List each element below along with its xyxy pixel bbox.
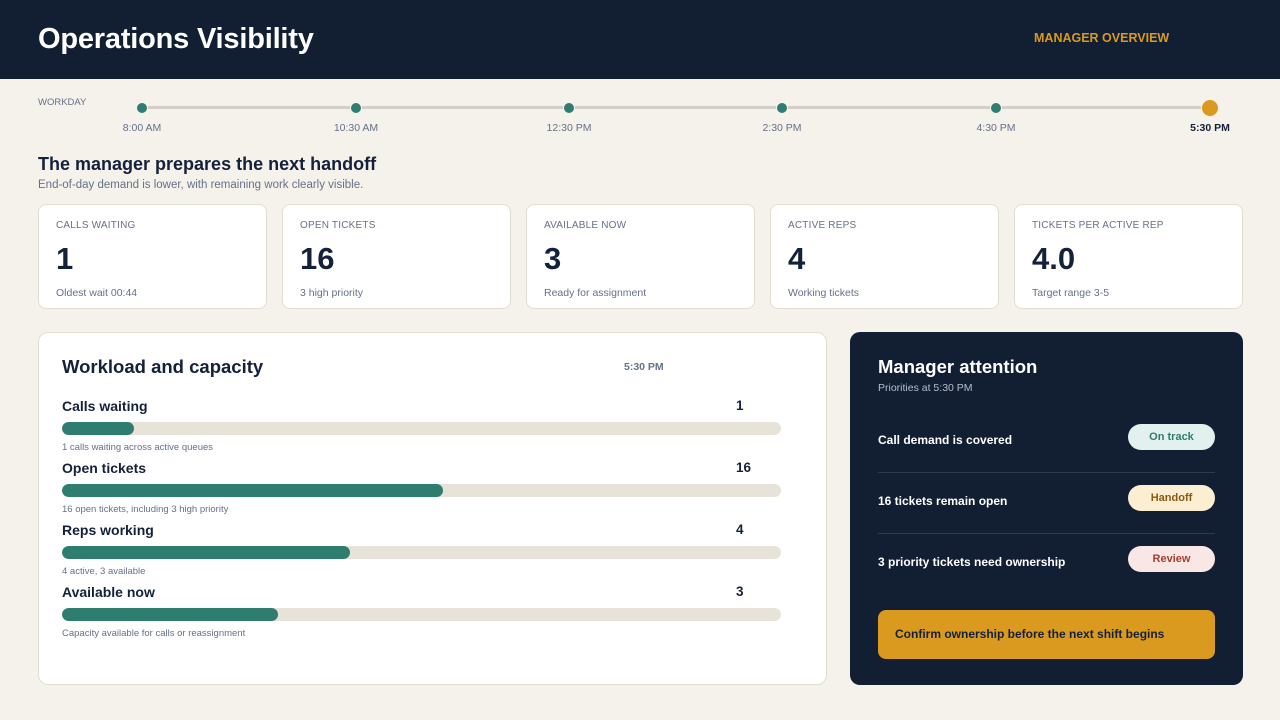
timeline-stop-label: 8:00 AM [122, 122, 162, 134]
kpi-note: 3 high priority [300, 287, 364, 299]
timeline-stop-label: 12:30 PM [546, 122, 592, 134]
attention-item-text: 3 priority tickets need ownership [878, 555, 1066, 569]
workload-title: Workload and capacity [62, 356, 264, 377]
attention-item-text: Call demand is covered [878, 433, 1013, 447]
kpi-value: 4 [788, 241, 806, 276]
workday-label: WORKDAY [38, 97, 87, 108]
kpi-note: Oldest wait 00:44 [56, 287, 138, 299]
metric-value: 1 [736, 398, 744, 413]
kpi-value: 4.0 [1032, 241, 1076, 276]
kpi-note: Working tickets [788, 287, 859, 299]
kpi-value: 3 [544, 241, 562, 276]
kpi-card-calls-waiting: CALLS WAITING 1 Oldest wait 00:44 [38, 204, 267, 309]
confirm-ownership-label: Confirm ownership before the next shift … [895, 627, 1165, 641]
workload-time: 5:30 PM [624, 361, 664, 373]
attention-item: 16 tickets remain open Handoff [878, 473, 1215, 534]
status-badge-review: Review [1128, 546, 1215, 572]
kpi-label: CALLS WAITING [56, 220, 136, 231]
timeline-stop-label: 10:30 AM [333, 122, 379, 134]
timeline-dot [350, 102, 362, 114]
metric-open-tickets: Open tickets 16 16 open tickets, includi… [62, 460, 782, 520]
kpi-label: TICKETS PER ACTIVE REP [1032, 220, 1164, 231]
timeline-dot-active [1201, 99, 1219, 117]
attention-item: Call demand is covered On track [878, 412, 1215, 473]
metric-name: Calls waiting [62, 398, 148, 414]
metric-value: 4 [736, 522, 744, 537]
timeline-stop-label: 4:30 PM [976, 122, 1016, 134]
attention-title: Manager attention [878, 356, 1038, 377]
timeline-dot [776, 102, 788, 114]
metric-bar-fill [62, 608, 278, 621]
kpi-card-active-reps: ACTIVE REPS 4 Working tickets [770, 204, 999, 309]
metric-bar-track [62, 608, 781, 621]
metric-bar-track [62, 484, 781, 497]
section-title: The manager prepares the next handoff [38, 154, 377, 174]
timeline-stop-label: 2:30 PM [762, 122, 802, 134]
section-subtitle: End-of-day demand is lower, with remaini… [38, 179, 364, 191]
kpi-value: 16 [300, 241, 335, 276]
metric-bar-track [62, 422, 781, 435]
attention-item: 3 priority tickets need ownership Review [878, 534, 1215, 595]
timeline-stop-1730-active[interactable]: 5:30 PM [1150, 0, 1270, 140]
metric-available-now: Available now 3 Capacity available for c… [62, 584, 782, 644]
metric-name: Reps working [62, 522, 154, 538]
kpi-label: AVAILABLE NOW [544, 220, 627, 231]
metric-value: 16 [736, 460, 752, 475]
timeline-dot [136, 102, 148, 114]
metric-bar-fill [62, 422, 134, 435]
metric-reps-working: Reps working 4 4 active, 3 available [62, 522, 782, 582]
metric-name: Available now [62, 584, 155, 600]
timeline-dot [563, 102, 575, 114]
metric-note: 16 open tickets, including 3 high priori… [62, 504, 229, 515]
kpi-note: Target range 3-5 [1032, 287, 1110, 299]
metric-calls-waiting: Calls waiting 1 1 calls waiting across a… [62, 398, 782, 458]
timeline-stop-1630[interactable]: 4:30 PM [936, 0, 1056, 140]
kpi-card-available-now: AVAILABLE NOW 3 Ready for assignment [526, 204, 755, 309]
manager-attention-panel: Manager attention Priorities at 5:30 PM … [850, 332, 1243, 685]
timeline-dot [990, 102, 1002, 114]
metric-note: 4 active, 3 available [62, 566, 146, 577]
kpi-value: 1 [56, 241, 74, 276]
timeline-stop-label-active: 5:30 PM [1190, 122, 1230, 134]
metric-note: 1 calls waiting across active queues [62, 442, 214, 453]
timeline-stop-1430[interactable]: 2:30 PM [722, 0, 842, 140]
kpi-label: ACTIVE REPS [788, 220, 857, 231]
kpi-note: Ready for assignment [544, 287, 647, 299]
kpi-card-open-tickets: OPEN TICKETS 16 3 high priority [282, 204, 511, 309]
timeline-stop-0800[interactable]: 8:00 AM [82, 0, 202, 140]
metric-bar-track [62, 546, 781, 559]
status-badge-handoff: Handoff [1128, 485, 1215, 511]
confirm-ownership-button[interactable]: Confirm ownership before the next shift … [878, 610, 1215, 659]
attention-subtitle: Priorities at 5:30 PM [878, 382, 973, 394]
timeline-stop-1230[interactable]: 12:30 PM [509, 0, 629, 140]
metric-note: Capacity available for calls or reassign… [62, 628, 246, 639]
kpi-label: OPEN TICKETS [300, 220, 376, 231]
metric-value: 3 [736, 584, 744, 599]
metric-bar-fill [62, 484, 444, 497]
metric-bar-fill [62, 546, 350, 559]
attention-item-text: 16 tickets remain open [878, 494, 1008, 508]
status-badge-on-track: On track [1128, 424, 1215, 450]
timeline-stop-1030[interactable]: 10:30 AM [296, 0, 416, 140]
kpi-card-tickets-per-rep: TICKETS PER ACTIVE REP 4.0 Target range … [1014, 204, 1243, 309]
metric-name: Open tickets [62, 460, 147, 476]
workload-panel: Workload and capacity 5:30 PM Calls wait… [38, 332, 827, 685]
